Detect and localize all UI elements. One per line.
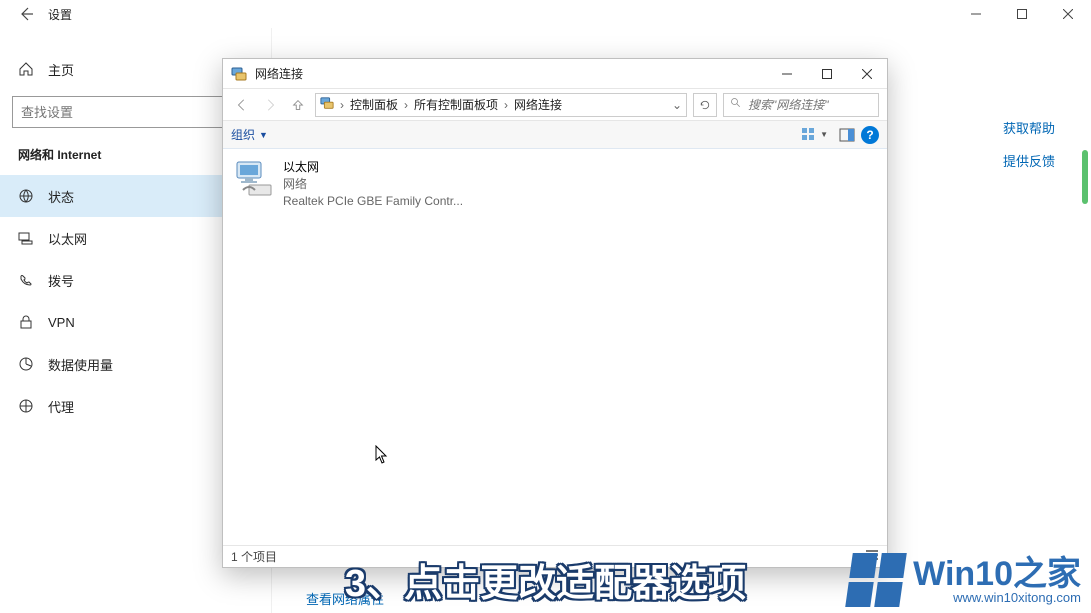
home-icon: [18, 61, 34, 77]
network-connections-icon: [231, 66, 247, 82]
minimize-button[interactable]: [953, 0, 999, 28]
cp-search-input[interactable]: [748, 98, 905, 112]
nav-back-button[interactable]: [231, 94, 253, 116]
watermark: Win10之家 www.win10xitong.com: [849, 553, 1081, 607]
dialup-icon: [18, 272, 34, 288]
address-icon: [320, 96, 334, 113]
help-button[interactable]: ?: [861, 126, 879, 144]
ethernet-icon: [18, 230, 34, 246]
organize-label: 组织: [231, 126, 255, 143]
sidebar-item-label: VPN: [48, 315, 75, 330]
address-dropdown-icon[interactable]: ⌄: [672, 98, 682, 112]
chevron-right-icon: ›: [502, 98, 510, 112]
maximize-button[interactable]: [999, 0, 1045, 28]
cp-content: 以太网 网络 Realtek PCIe GBE Family Contr...: [223, 149, 887, 545]
adapter-name: 以太网: [283, 159, 463, 176]
cp-window-controls: [767, 59, 887, 89]
help-link[interactable]: 获取帮助: [1003, 118, 1055, 137]
toolbar-right: ▼ ?: [796, 124, 879, 146]
search-icon: [730, 97, 742, 112]
chevron-right-icon: ›: [402, 98, 410, 112]
cp-search[interactable]: [723, 93, 879, 117]
cp-toolbar: 组织 ▼ ▼ ?: [223, 121, 887, 149]
cp-title: 网络连接: [255, 65, 303, 82]
chevron-down-icon: ▼: [259, 130, 268, 140]
proxy-icon: [18, 398, 34, 414]
status-item-count: 1 个项目: [231, 548, 277, 565]
watermark-title: Win10之家: [913, 557, 1081, 591]
scroll-accent: [1082, 150, 1088, 204]
close-button[interactable]: [1045, 0, 1091, 28]
mouse-cursor: [375, 445, 389, 470]
nav-up-button[interactable]: [287, 94, 309, 116]
address-bar[interactable]: › 控制面板 › 所有控制面板项 › 网络连接 ⌄: [315, 93, 687, 117]
sidebar-item-label: 状态: [48, 187, 74, 206]
feedback-link[interactable]: 提供反馈: [1003, 151, 1055, 170]
datausage-icon: [18, 356, 34, 372]
sidebar-item-label: 拨号: [48, 271, 74, 290]
settings-titlebar: 设置: [0, 0, 1091, 28]
settings-title: 设置: [48, 6, 72, 23]
nav-forward-button[interactable]: [259, 94, 281, 116]
cp-titlebar: 网络连接: [223, 59, 887, 89]
sidebar-item-label: 数据使用量: [48, 355, 113, 374]
chevron-down-icon: ▼: [820, 130, 828, 139]
caption-text: 3、点击更改适配器选项: [345, 552, 746, 607]
cp-titlebar-left: 网络连接: [223, 65, 303, 82]
adapter-network: 网络: [283, 176, 463, 193]
cp-minimize-button[interactable]: [767, 59, 807, 89]
back-icon[interactable]: [18, 6, 34, 22]
network-adapter-item[interactable]: 以太网 网络 Realtek PCIe GBE Family Contr...: [233, 159, 493, 209]
settings-window-controls: [953, 0, 1091, 28]
breadcrumb[interactable]: 所有控制面板项: [414, 96, 498, 113]
cp-address-row: › 控制面板 › 所有控制面板项 › 网络连接 ⌄: [223, 89, 887, 121]
view-mode-button[interactable]: ▼: [796, 124, 833, 146]
ethernet-adapter-icon: [233, 159, 273, 199]
refresh-button[interactable]: [693, 93, 717, 117]
cp-close-button[interactable]: [847, 59, 887, 89]
status-icon: [18, 188, 34, 204]
control-panel-window: 网络连接 › 控制面板 › 所有控制面板项 › 网络连接 ⌄ 组织: [222, 58, 888, 568]
adapter-device: Realtek PCIe GBE Family Contr...: [283, 193, 463, 210]
settings-search-input[interactable]: [21, 105, 236, 120]
sidebar-item-label: 以太网: [48, 229, 87, 248]
sidebar-home-label: 主页: [48, 60, 74, 79]
breadcrumb[interactable]: 控制面板: [350, 96, 398, 113]
quick-links: 获取帮助 提供反馈: [1003, 118, 1055, 184]
breadcrumb[interactable]: 网络连接: [514, 96, 562, 113]
organize-button[interactable]: 组织 ▼: [231, 126, 268, 143]
chevron-right-icon: ›: [338, 98, 346, 112]
network-adapter-text: 以太网 网络 Realtek PCIe GBE Family Contr...: [283, 159, 463, 209]
windows-logo-icon: [845, 553, 907, 607]
settings-titlebar-left: 设置: [0, 6, 72, 23]
vpn-icon: [18, 314, 34, 330]
cp-maximize-button[interactable]: [807, 59, 847, 89]
sidebar-item-label: 代理: [48, 397, 74, 416]
preview-pane-button[interactable]: [839, 127, 855, 143]
